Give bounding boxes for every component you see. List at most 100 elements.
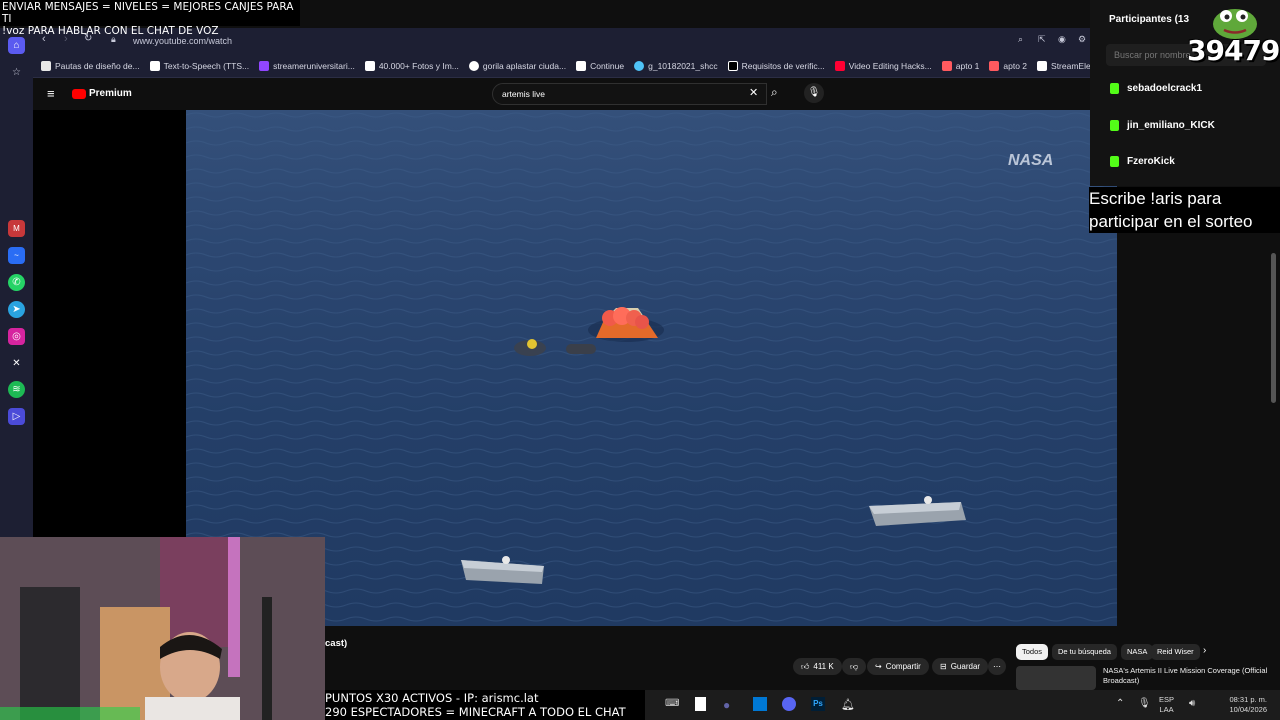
- home-icon[interactable]: ⌂: [8, 37, 25, 54]
- bookmark-item[interactable]: Pautas de diseño de...: [41, 60, 140, 71]
- notifications-icon[interactable]: 🔔︎: [841, 698, 855, 711]
- bookmark-item[interactable]: Continue: [576, 60, 624, 71]
- bookmark-item[interactable]: apto 2: [989, 60, 1028, 71]
- chevron-right-icon[interactable]: ›: [1203, 645, 1206, 656]
- airbnb-icon: [941, 60, 952, 71]
- more-button[interactable]: ⋯: [988, 658, 1006, 675]
- bookmark-item[interactable]: 40.000+ Fotos y Im...: [364, 60, 459, 71]
- giveaway-line-2: participar en el sorteo: [1089, 212, 1253, 231]
- overlay-bottom-line-1: PUNTOS X30 ACTIVOS - IP: arismc.lat: [325, 691, 539, 705]
- telegram-icon[interactable]: ➤: [8, 301, 25, 318]
- like-count: 411 K: [813, 662, 834, 671]
- file-icon[interactable]: [695, 697, 706, 711]
- x-icon: [727, 60, 738, 71]
- participant-item[interactable]: FzeroKick: [1110, 156, 1175, 167]
- mic-icon[interactable]: 🎙︎: [1138, 698, 1151, 709]
- chip-reid[interactable]: Reid Wiser: [1151, 644, 1200, 660]
- twitch-icon: [259, 60, 270, 71]
- share-page-icon[interactable]: ⇱: [1038, 34, 1046, 45]
- mic-icon[interactable]: 🎙︎: [804, 83, 824, 103]
- photoshop-icon[interactable]: Ps: [811, 697, 825, 711]
- bookmark-item[interactable]: streameruniversitari...: [259, 60, 355, 71]
- participants-panel: Participantes (13 Buscar por nombre seba…: [1090, 0, 1280, 186]
- instagram-icon[interactable]: ◎: [8, 328, 25, 345]
- spotify-icon[interactable]: ≋: [8, 381, 25, 398]
- participant-name: FzeroKick: [1127, 156, 1175, 167]
- video-info: cast) 👍︎ 411 K 👎︎ ↪ Compartir ⊟ Guardar ⋯: [325, 626, 1090, 686]
- share-button[interactable]: ↪ Compartir: [867, 658, 929, 675]
- bookmark-item[interactable]: apto 1: [941, 60, 980, 71]
- whatsapp-icon[interactable]: ✆: [8, 274, 25, 291]
- store-icon[interactable]: [753, 697, 767, 711]
- bookmark-item[interactable]: Requisitos de verific...: [727, 60, 825, 71]
- bookmark-label: g_10182021_shcc: [648, 60, 718, 71]
- clock-date: 10/04/2026: [1229, 705, 1267, 714]
- share-label: Compartir: [885, 662, 921, 671]
- bookmark-label: apto 2: [1003, 60, 1028, 71]
- overlay-bottom-line-2: 290 ESPECTADORES = MINECRAFT A TODO EL C…: [325, 705, 626, 719]
- participant-item[interactable]: sebadoelcrack1: [1110, 83, 1202, 94]
- player-icon[interactable]: ▷: [8, 408, 25, 425]
- chip-all[interactable]: Todos: [1016, 644, 1049, 660]
- participant-name: jin_emiliano_KICK: [1127, 120, 1215, 131]
- dislike-button[interactable]: 👎︎: [842, 658, 867, 675]
- bookmark-label: apto 1: [955, 60, 980, 71]
- settings-icon[interactable]: ⚙: [1078, 34, 1086, 45]
- bookmark-label: Pautas de diseño de...: [55, 60, 140, 71]
- gmail-icon[interactable]: M: [8, 220, 25, 237]
- youtube-logo[interactable]: Premium: [72, 88, 132, 99]
- kick-icon: [1110, 120, 1119, 131]
- menu-icon[interactable]: ≡: [47, 86, 55, 101]
- clear-search-icon[interactable]: ✕: [749, 86, 758, 99]
- bookmark-item[interactable]: g_10182021_shcc: [634, 60, 718, 71]
- video-letterbox: [33, 108, 186, 538]
- video-player[interactable]: NASA: [186, 108, 1117, 626]
- save-button[interactable]: ⊟ Guardar: [932, 658, 989, 675]
- share-icon: ↪: [875, 662, 882, 671]
- streamer-camera: [0, 537, 325, 720]
- giveaway-line-1: Escribe !aris para: [1089, 189, 1222, 208]
- logo-label: Premium: [89, 88, 132, 99]
- volume-icon[interactable]: 🔊︎: [1189, 698, 1195, 709]
- kick-icon: [1110, 83, 1119, 94]
- teams-icon[interactable]: ●: [723, 698, 730, 712]
- overlay-line-2: !voz PARA HABLAR CON EL CHAT DE VOZ: [2, 25, 219, 37]
- clock[interactable]: 08:31 p. m. 10/04/2026: [1217, 695, 1267, 715]
- related-thumbnail[interactable]: [1016, 666, 1096, 690]
- bookmark-icon: [364, 60, 375, 71]
- viewers-badge: 39479: [1187, 34, 1280, 67]
- chip-nasa[interactable]: NASA: [1121, 644, 1154, 660]
- bookmark-item[interactable]: Text-to-Speech (TTS...: [149, 60, 250, 71]
- search-input[interactable]: artemis live: [492, 83, 767, 105]
- chip-from-search[interactable]: De tu búsqueda: [1052, 644, 1117, 660]
- bookmark-item[interactable]: gorila aplastar ciuda...: [468, 60, 566, 71]
- language-code: ESP: [1159, 695, 1175, 704]
- participant-name: sebadoelcrack1: [1127, 83, 1203, 94]
- x-icon[interactable]: ✕: [8, 355, 25, 372]
- keyboard-icon[interactable]: ⌨: [665, 698, 679, 709]
- language-indicator[interactable]: ESP LAA: [1159, 695, 1174, 715]
- camera-icon[interactable]: ◉: [1058, 34, 1066, 45]
- thumb-up-icon: 👍︎: [801, 662, 810, 671]
- like-button[interactable]: 👍︎ 411 K: [793, 658, 842, 675]
- chevron-up-icon[interactable]: ⌃: [1116, 698, 1124, 709]
- stream-overlay-top: ENVIAR MENSAJES = NIVELES = MEJORES CANJ…: [0, 0, 300, 37]
- related-sidebar: [1117, 233, 1280, 643]
- discord-icon[interactable]: [782, 697, 796, 711]
- star-icon[interactable]: ☆: [8, 64, 25, 81]
- browser-sidebar: ⌂ ☆ M ~ ✆ ➤ ◎ ✕ ≋ ▷: [0, 28, 33, 538]
- participant-item[interactable]: jin_emiliano_KICK: [1110, 120, 1215, 131]
- related-title[interactable]: NASA's Artemis II Live Mission Coverage …: [1103, 666, 1273, 686]
- doc-icon: [576, 60, 587, 71]
- scrollbar[interactable]: [1271, 253, 1276, 403]
- bookmark-label: Text-to-Speech (TTS...: [163, 60, 250, 71]
- giveaway-overlay: Escribe !aris para participar en el sort…: [1089, 187, 1280, 233]
- bookmark-item[interactable]: Video Editing Hacks...: [834, 60, 932, 71]
- search-icon[interactable]: ⌕: [771, 85, 778, 100]
- thumb-down-icon: 👎︎: [850, 662, 859, 671]
- bookmark-label: 40.000+ Fotos y Im...: [378, 60, 459, 71]
- related-panel: Todos De tu búsqueda NASA Reid Wiser › N…: [1010, 640, 1280, 690]
- kick-icon: [1110, 156, 1119, 167]
- zoom-icon[interactable]: ⌕: [1018, 34, 1023, 45]
- messenger-icon[interactable]: ~: [8, 247, 25, 264]
